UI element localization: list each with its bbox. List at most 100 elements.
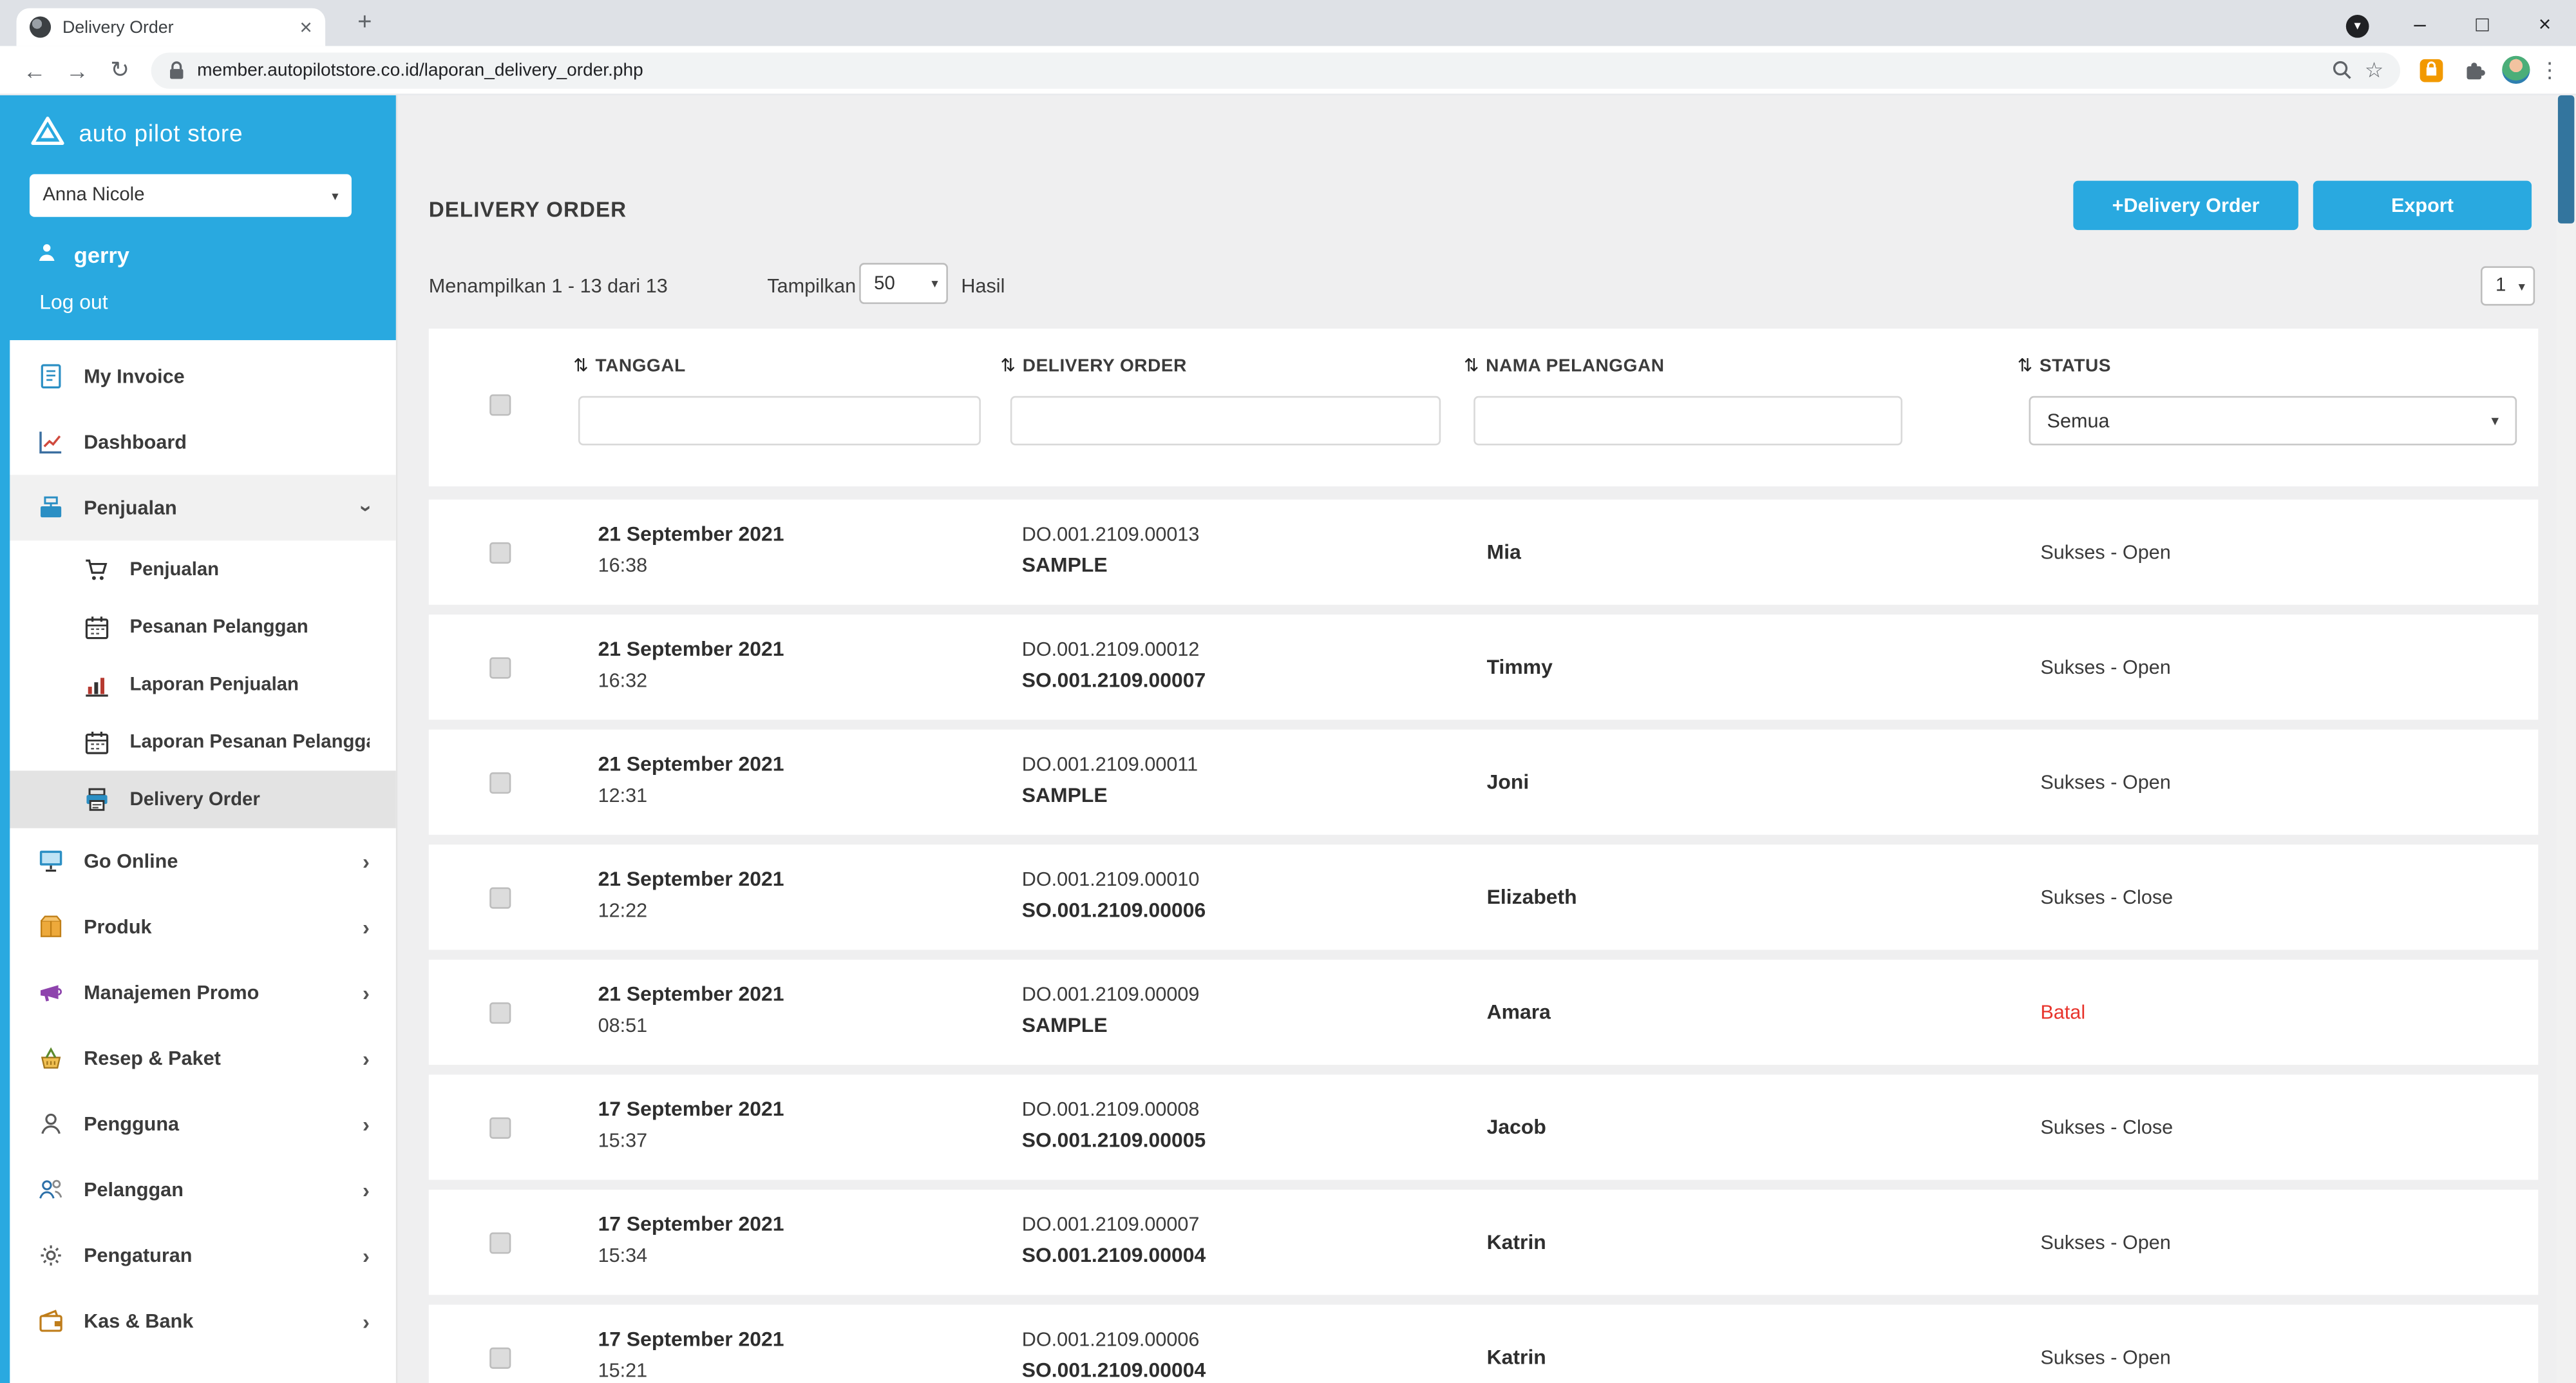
cell-tanggal: 21 September 2021 12:31 (598, 748, 784, 812)
row-checkbox[interactable] (489, 1348, 511, 1369)
browser-status-icon[interactable]: ▾ (2326, 9, 2389, 37)
status-filter-select[interactable]: Semua ▾ (2029, 396, 2517, 446)
column-header-nama-pelanggan[interactable]: ⇅NAMA PELANGGAN (1464, 355, 1665, 376)
table-row[interactable]: 21 September 2021 12:22 DO.001.2109.0001… (429, 844, 2538, 949)
cell-delivery-order: DO.001.2109.00008 SO.001.2109.00005 (1022, 1092, 1206, 1156)
extensions-puzzle-icon[interactable] (2459, 55, 2489, 84)
sidebar-item-pesanan-pelanggan[interactable]: Pesanan Pelanggan (0, 598, 396, 656)
filter-tanggal-input[interactable] (578, 396, 981, 446)
cell-tanggal: 17 September 2021 15:37 (598, 1092, 784, 1156)
url-text: member.autopilotstore.co.id/laporan_deli… (197, 60, 2320, 80)
username: gerry (74, 242, 129, 267)
profile-avatar[interactable] (2502, 56, 2530, 84)
column-header-tanggal[interactable]: ⇅TANGGAL (573, 355, 685, 376)
sidebar-item-produk[interactable]: Produk › (0, 894, 396, 960)
table-row[interactable]: 21 September 2021 16:32 DO.001.2109.0001… (429, 615, 2538, 720)
bank-icon (33, 1304, 69, 1337)
sidebar-item-go-online[interactable]: Go Online › (0, 828, 396, 894)
cell-status: Sukses - Open (2040, 615, 2170, 720)
cell-nama-pelanggan: Mia (1487, 500, 1521, 605)
cell-nama-pelanggan: Jacob (1487, 1074, 1546, 1179)
sidebar-item-pengguna[interactable]: Pengguna › (0, 1091, 396, 1157)
reload-button[interactable]: ↻ (99, 56, 141, 84)
tab-close-icon[interactable]: × (299, 15, 312, 39)
sort-icon[interactable]: ⇅ (573, 355, 589, 376)
cell-status: Sukses - Open (2040, 730, 2170, 835)
select-all-checkbox[interactable] (489, 394, 511, 415)
sidebar-item-my-invoice[interactable]: My Invoice (0, 343, 396, 409)
new-tab-button[interactable]: + (348, 8, 381, 36)
url-field[interactable]: member.autopilotstore.co.id/laporan_deli… (151, 52, 2400, 88)
cell-delivery-order: DO.001.2109.00011 SAMPLE (1022, 748, 1198, 812)
table-row[interactable]: 21 September 2021 08:51 DO.001.2109.0000… (429, 960, 2538, 1065)
scrollbar-thumb[interactable] (2558, 95, 2575, 224)
row-checkbox[interactable] (489, 772, 511, 794)
logout-link[interactable]: Log out (39, 291, 373, 314)
sidebar-item-delivery-order[interactable]: Delivery Order (0, 770, 396, 828)
browser-tab[interactable]: Delivery Order × (17, 8, 326, 46)
close-button[interactable]: × (2514, 11, 2576, 35)
sidebar-item-penjualan[interactable]: Penjualan (0, 540, 396, 598)
cell-nama-pelanggan: Amara (1487, 960, 1551, 1065)
maximize-button[interactable]: □ (2451, 11, 2514, 35)
filter-nama-pelanggan-input[interactable] (1473, 396, 1902, 446)
row-checkbox[interactable] (489, 657, 511, 678)
sidebar-item-penjualan[interactable]: Penjualan › (0, 475, 396, 540)
export-button[interactable]: Export (2313, 181, 2532, 231)
browser-menu-icon[interactable]: ⋮ (2537, 57, 2563, 83)
invoice-icon (33, 360, 69, 393)
row-checkbox[interactable] (489, 1232, 511, 1254)
monitor-icon (33, 844, 69, 877)
add-delivery-order-button[interactable]: +Delivery Order (2073, 181, 2298, 231)
sidebar-item-laporan-penjualan[interactable]: Laporan Penjualan (0, 656, 396, 713)
main-content: DELIVERY ORDER +Delivery Order Export Me… (397, 95, 2576, 1383)
sidebar-item-kas-bank[interactable]: Kas & Bank › (0, 1288, 396, 1354)
chevron-icon: › (363, 1309, 370, 1333)
cell-tanggal: 21 September 2021 12:22 (598, 863, 784, 926)
cell-delivery-order: DO.001.2109.00006 SO.001.2109.00004 (1022, 1323, 1206, 1383)
sidebar-item-laporan-pesanan-pelanggan[interactable]: Laporan Pesanan Pelanggan (0, 713, 396, 770)
sidebar: auto pilot store Anna Nicole ▾ gerry Log… (0, 95, 397, 1383)
forward-button[interactable]: → (56, 57, 99, 83)
row-checkbox[interactable] (489, 542, 511, 564)
table-row[interactable]: 21 September 2021 12:31 DO.001.2109.0001… (429, 730, 2538, 835)
cell-nama-pelanggan: Elizabeth (1487, 844, 1577, 949)
brand: auto pilot store (30, 115, 373, 155)
product-icon (33, 910, 69, 943)
cell-delivery-order: DO.001.2109.00013 SAMPLE (1022, 518, 1200, 582)
sidebar-item-resep-paket[interactable]: Resep & Paket › (0, 1025, 396, 1091)
sort-icon[interactable]: ⇅ (2018, 355, 2033, 376)
table-row[interactable]: 17 September 2021 15:37 DO.001.2109.0000… (429, 1074, 2538, 1179)
shop-extension-icon[interactable] (2417, 55, 2447, 84)
store-select[interactable]: Anna Nicole ▾ (30, 174, 352, 216)
calendar-icon (79, 725, 115, 758)
bookmark-star-icon[interactable]: ☆ (2365, 57, 2384, 83)
filter-delivery-order-input[interactable] (1010, 396, 1441, 446)
sidebar-item-pengaturan[interactable]: Pengaturan › (0, 1223, 396, 1288)
app-window: auto pilot store Anna Nicole ▾ gerry Log… (0, 95, 2576, 1383)
table-row[interactable]: 21 September 2021 16:38 DO.001.2109.0001… (429, 500, 2538, 605)
cell-status: Sukses - Open (2040, 500, 2170, 605)
column-header-delivery-order[interactable]: ⇅DELIVERY ORDER (1001, 355, 1187, 376)
zoom-icon[interactable] (2332, 59, 2353, 81)
page-number-select[interactable]: 1 ▾ (2481, 266, 2535, 305)
sales-icon (33, 491, 69, 524)
sort-icon[interactable]: ⇅ (1001, 355, 1016, 376)
minimize-button[interactable]: – (2389, 11, 2451, 35)
chevron-icon: › (363, 1178, 370, 1202)
row-checkbox[interactable] (489, 1118, 511, 1139)
sidebar-item-pelanggan[interactable]: Pelanggan › (0, 1157, 396, 1223)
table-row[interactable]: 17 September 2021 15:34 DO.001.2109.0000… (429, 1190, 2538, 1295)
chevron-down-icon: ▾ (2519, 278, 2525, 293)
row-checkbox[interactable] (489, 1002, 511, 1024)
sidebar-item-manajemen-promo[interactable]: Manajemen Promo › (0, 960, 396, 1025)
column-header-status[interactable]: ⇅STATUS (2018, 355, 2111, 376)
sort-icon[interactable]: ⇅ (1464, 355, 1479, 376)
sidebar-item-dashboard[interactable]: Dashboard (0, 409, 396, 475)
screen: Delivery Order × + ▾ – □ × ← → ↻ member.… (0, 0, 2576, 1383)
page-size-select[interactable]: 50 ▾ (859, 263, 948, 304)
back-button[interactable]: ← (13, 57, 55, 83)
row-checkbox[interactable] (489, 888, 511, 909)
page-scrollbar[interactable] (2556, 95, 2576, 1383)
table-row[interactable]: 17 September 2021 15:21 DO.001.2109.0000… (429, 1304, 2538, 1383)
